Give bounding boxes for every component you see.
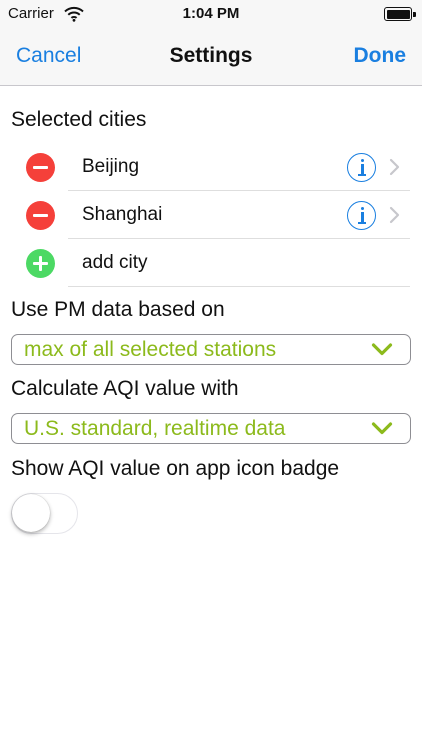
aqi-calc-select[interactable]: U.S. standard, realtime data: [11, 413, 411, 444]
chevron-right-icon: [389, 158, 400, 176]
chevron-down-icon: [371, 422, 393, 435]
city-row-beijing[interactable]: Beijing: [0, 143, 422, 191]
badge-toggle[interactable]: [11, 493, 78, 534]
badge-label: Show AQI value on app icon badge: [11, 457, 340, 480]
empty-area: [0, 556, 422, 750]
aqi-calc-value: U.S. standard, realtime data: [24, 417, 286, 440]
status-bar: Carrier 1:04 PM: [0, 0, 422, 28]
settings-content: Selected cities Beijing Shanghai add cit…: [0, 86, 422, 556]
remove-icon[interactable]: [26, 201, 55, 230]
status-time: 1:04 PM: [182, 5, 240, 22]
city-name: Beijing: [82, 156, 140, 177]
navigation-bar: Cancel Settings Done: [0, 28, 422, 86]
city-row-shanghai[interactable]: Shanghai: [0, 191, 422, 239]
info-icon[interactable]: [347, 201, 376, 230]
aqi-calc-label: Calculate AQI value with: [11, 377, 239, 400]
add-city-row[interactable]: add city: [0, 239, 422, 287]
remove-icon[interactable]: [26, 153, 55, 182]
chevron-right-icon: [389, 206, 400, 224]
add-icon[interactable]: [26, 249, 55, 278]
chevron-down-icon: [371, 343, 393, 356]
toggle-knob: [12, 494, 50, 532]
pm-data-select[interactable]: max of all selected stations: [11, 334, 411, 365]
battery-icon: [384, 7, 416, 21]
info-icon[interactable]: [347, 153, 376, 182]
city-name: Shanghai: [82, 204, 163, 225]
pm-data-label: Use PM data based on: [11, 298, 225, 321]
done-button[interactable]: Done: [354, 44, 407, 68]
add-city-label: add city: [82, 252, 148, 273]
selected-cities-label: Selected cities: [11, 108, 147, 131]
pm-data-value: max of all selected stations: [24, 338, 277, 361]
